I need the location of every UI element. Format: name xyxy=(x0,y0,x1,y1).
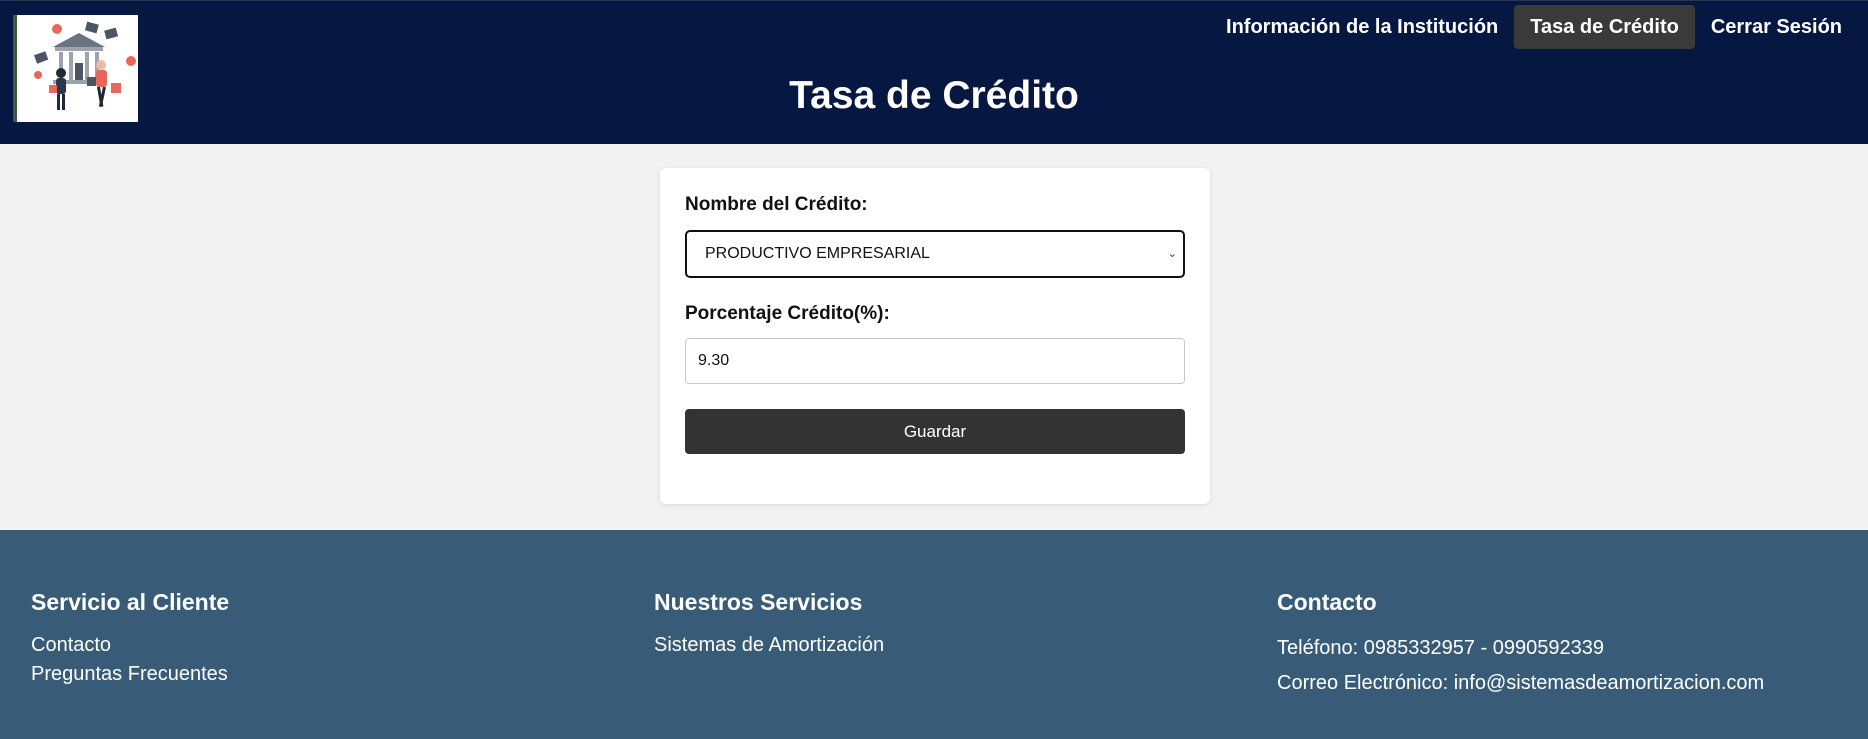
footer-contact-title: Contacto xyxy=(1277,589,1377,615)
footer-contact: Contacto Teléfono: 0985332957 - 09905923… xyxy=(1277,588,1764,701)
chevron-down-icon: ⌄ xyxy=(1167,248,1177,260)
save-button[interactable]: Guardar xyxy=(685,409,1185,454)
percentage-label: Porcentaje Crédito(%): xyxy=(685,303,890,324)
page-header: Información de la Institución Tasa de Cr… xyxy=(0,0,1868,144)
nav-item-logout[interactable]: Cerrar Sesión xyxy=(1695,5,1858,49)
footer-services: Nuestros Servicios Sistemas de Amortizac… xyxy=(654,588,884,660)
credit-name-select[interactable]: PRODUCTIVO EMPRESARIAL ⌄ xyxy=(685,230,1185,278)
credit-rate-form: Nombre del Crédito: PRODUCTIVO EMPRESARI… xyxy=(660,168,1210,504)
credit-name-label: Nombre del Crédito: xyxy=(685,194,868,215)
percentage-input-value: 9.30 xyxy=(698,352,730,369)
nav-item-institution-info[interactable]: Información de la Institución xyxy=(1210,5,1514,49)
footer-customer-service-title: Servicio al Cliente xyxy=(31,589,230,615)
page-title: Tasa de Crédito xyxy=(789,74,1079,117)
page-footer: Servicio al Cliente Contacto Preguntas F… xyxy=(0,530,1868,739)
nav-item-credit-rate[interactable]: Tasa de Crédito xyxy=(1514,5,1695,49)
footer-link-faq[interactable]: Preguntas Frecuentes xyxy=(31,660,229,689)
main-nav: Información de la Institución Tasa de Cr… xyxy=(1210,5,1858,49)
footer-services-title: Nuestros Servicios xyxy=(654,589,863,615)
footer-link-contact[interactable]: Contacto xyxy=(31,631,229,660)
footer-customer-service: Servicio al Cliente Contacto Preguntas F… xyxy=(31,588,229,689)
footer-email: Correo Electrónico: info@sistemasdeamort… xyxy=(1277,672,1765,694)
footer-phone: Teléfono: 0985332957 - 0990592339 xyxy=(1277,637,1604,659)
percentage-input[interactable]: 9.30 xyxy=(685,338,1185,384)
credit-name-selected-value: PRODUCTIVO EMPRESARIAL xyxy=(705,245,930,262)
footer-link-amortization-systems[interactable]: Sistemas de Amortización xyxy=(654,631,884,660)
